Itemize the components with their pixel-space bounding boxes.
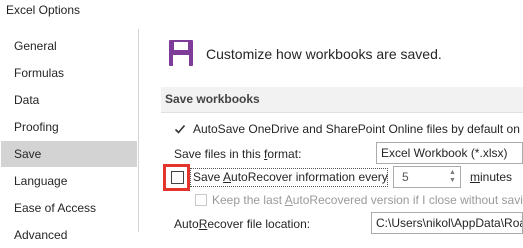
spinner-value: 5 <box>402 170 409 184</box>
save-floppy-icon <box>169 40 193 66</box>
window-title: Excel Options <box>6 3 81 17</box>
sidebar: General Formulas Data Proofing Save Lang… <box>0 29 139 242</box>
autorecover-label: Save AutoRecover information every <box>193 170 388 184</box>
sidebar-item-proofing[interactable]: Proofing <box>1 114 137 140</box>
sidebar-item-ease-of-access[interactable]: Ease of Access <box>1 195 137 221</box>
sidebar-item-save[interactable]: Save <box>1 141 137 167</box>
save-format-label: Save files in this format: <box>174 147 302 161</box>
autorecover-location-label: AutoRecover file location: <box>174 217 311 231</box>
minutes-label: minutes <box>470 170 513 184</box>
sidebar-item-general[interactable]: General <box>1 33 137 59</box>
keep-last-checkbox[interactable] <box>195 194 207 206</box>
page-header: Customize how workbooks are saved. <box>206 46 442 62</box>
section-title: Save workbooks <box>165 92 260 106</box>
autosave-label: AutoSave OneDrive and SharePoint Online … <box>193 122 523 136</box>
sidebar-item-language[interactable]: Language <box>1 168 137 194</box>
sidebar-item-formulas[interactable]: Formulas <box>1 60 137 86</box>
sidebar-item-data[interactable]: Data <box>1 87 137 113</box>
sidebar-item-advanced[interactable]: Advanced <box>1 222 137 248</box>
autorecover-checkbox[interactable] <box>171 171 184 184</box>
spinner-arrows-icon[interactable]: ▲ ▼ <box>448 169 457 185</box>
save-format-dropdown[interactable]: Excel Workbook (*.xlsx) <box>376 142 523 164</box>
autorecover-minutes-spinner[interactable]: 5 ▲ ▼ <box>393 166 461 188</box>
autorecover-location-input[interactable]: C:\Users\nikol\AppData\Roa <box>371 212 523 234</box>
keep-last-label: Keep the last AutoRecovered version if I… <box>212 193 523 207</box>
section-header: Save workbooks <box>161 87 523 113</box>
autosave-checkbox[interactable] <box>174 123 186 135</box>
title-bar: Excel Options <box>0 0 523 30</box>
